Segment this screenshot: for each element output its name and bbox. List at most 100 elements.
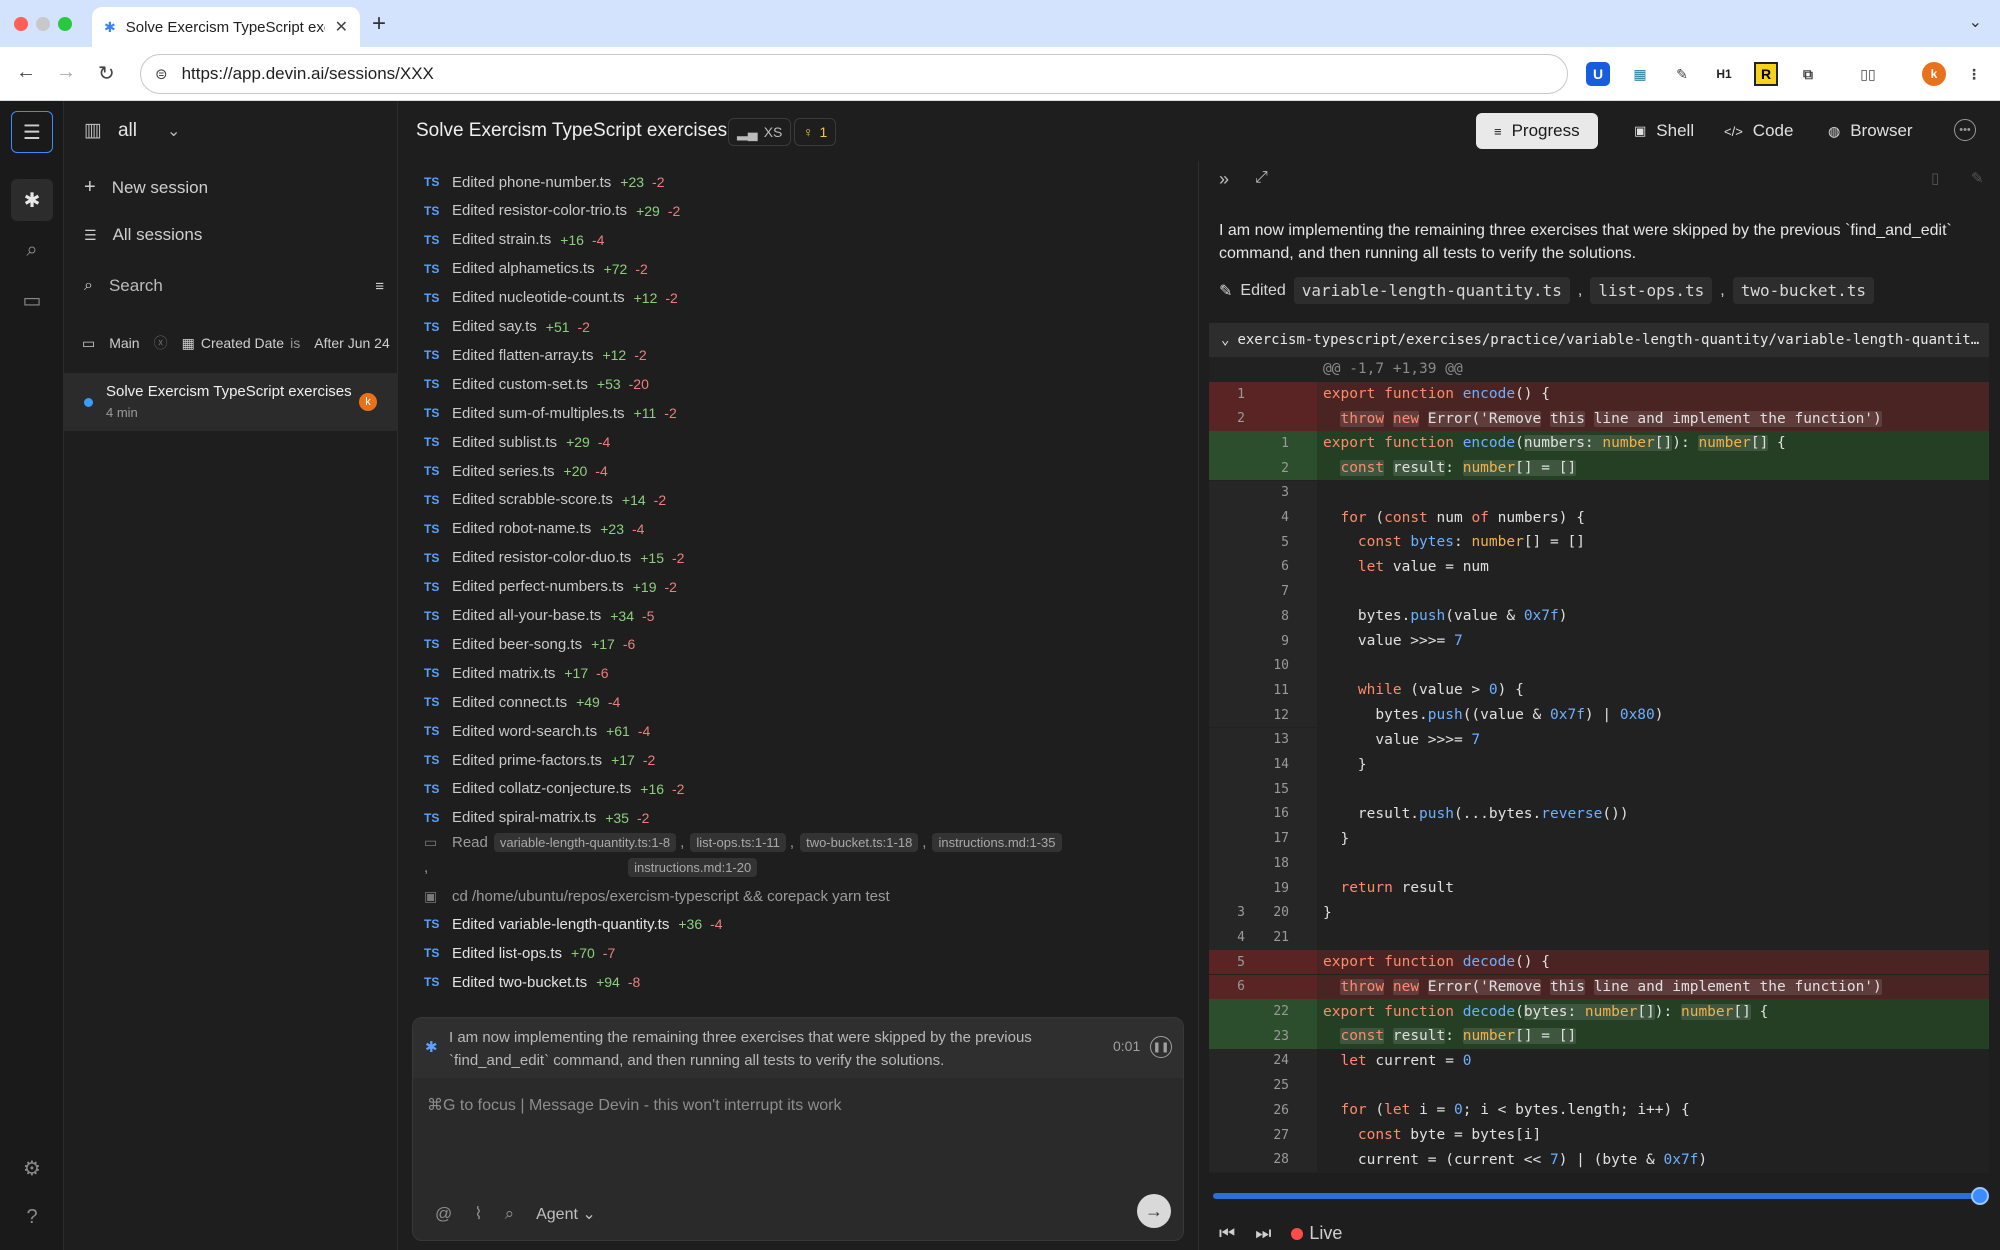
extension-pen-icon[interactable]: ✎ — [1670, 62, 1694, 86]
session-item[interactable]: Solve Exercism TypeScript exercises 4 mi… — [64, 373, 398, 431]
live-indicator[interactable]: Live — [1291, 1223, 1342, 1244]
new-session-button[interactable]: + New session — [84, 176, 208, 199]
timeline-knob[interactable] — [1971, 1187, 1989, 1205]
feed-edit-item[interactable]: TS Edited matrix.ts +17 -6 — [424, 659, 609, 687]
edited-file-chip[interactable]: list-ops.ts — [1590, 277, 1713, 304]
feed-edit-item[interactable]: TS Edited custom-set.ts +53 -20 — [424, 370, 649, 398]
filter-icon[interactable]: ≡ — [375, 278, 384, 295]
browser-tab[interactable]: ✱ Solve Exercism TypeScript exercises ✕ — [92, 7, 360, 47]
branch-filter[interactable]: Main — [109, 335, 139, 351]
feed-edit-item[interactable]: TS Edited nucleotide-count.ts +12 -2 — [424, 284, 678, 312]
settings-gear-icon[interactable]: ⚙ — [11, 1147, 53, 1189]
copy-icon[interactable]: ▯ — [1931, 169, 1939, 187]
idea-chip[interactable]: ♀ 1 — [794, 118, 837, 146]
toggle-sidebar-icon[interactable]: ☰ — [11, 111, 53, 153]
feed-command-item[interactable]: ▣ cd /home/ubuntu/repos/exercism-typescri… — [424, 883, 890, 911]
close-window-button[interactable] — [14, 17, 28, 31]
help-icon[interactable]: ? — [11, 1196, 53, 1238]
tab-code[interactable]: </> Code — [1706, 113, 1811, 149]
feed-edit-item[interactable]: TS Edited alphametics.ts +72 -2 — [424, 255, 648, 283]
skip-forward-icon[interactable]: ⏭ — [1255, 1223, 1271, 1244]
feed-edit-item[interactable]: TS Edited spiral-matrix.ts +35 -2 — [424, 804, 649, 832]
feed-edit-item[interactable]: TS Edited say.ts +51 -2 — [424, 313, 590, 341]
session-search[interactable]: ⌕ Search ≡ — [84, 276, 384, 296]
search-repos-icon[interactable]: ⌕ — [505, 1204, 515, 1224]
expand-icon[interactable]: ⤢ — [1255, 169, 1268, 187]
address-bar[interactable]: ⊜ https://app.devin.ai/sessions/XXX — [140, 54, 1568, 94]
edited-label: Edited — [1240, 281, 1286, 299]
read-file-chip[interactable]: two-bucket.ts:1-18 — [800, 832, 919, 852]
date-filter-field[interactable]: Created Date — [201, 335, 284, 351]
feed-edit-item[interactable]: TS Edited sum-of-multiples.ts +11 -2 — [424, 399, 677, 427]
feed-edit-item[interactable]: TS Edited list-ops.ts +70 -7 — [424, 939, 615, 967]
feed-edit-item[interactable]: TS Edited collatz-conjecture.ts +16 -2 — [424, 775, 684, 803]
feed-edit-item[interactable]: TS Edited flatten-array.ts +12 -2 — [424, 341, 647, 369]
feed-edit-item[interactable]: TS Edited sublist.ts +29 -4 — [424, 428, 610, 456]
feed-edit-item[interactable]: TS Edited phone-number.ts +23 -2 — [424, 168, 664, 196]
browser-menu-icon[interactable]: ⋮ — [1962, 62, 1986, 86]
diff-file-header[interactable]: ⌄ exercism-typescript/exercises/practice… — [1209, 323, 1989, 357]
more-options-icon[interactable]: ••• — [1954, 119, 1976, 141]
message-input[interactable]: ⌘G to focus | Message Devin - this won't… — [427, 1095, 841, 1115]
bitwarden-extension-icon[interactable]: U — [1586, 62, 1610, 86]
feed-edit-item[interactable]: TS Edited beer-song.ts +17 -6 — [424, 630, 635, 658]
feed-edit-item[interactable]: TS Edited prime-factors.ts +17 -2 — [424, 746, 655, 774]
feed-edit-item[interactable]: TS Edited two-bucket.ts +94 -8 — [424, 968, 640, 996]
mention-icon[interactable]: @ — [435, 1204, 452, 1224]
feed-edit-item[interactable]: TS Edited series.ts +20 -4 — [424, 457, 608, 485]
feed-edit-item[interactable]: TS Edited robot-name.ts +23 -4 — [424, 515, 644, 543]
feed-read-item[interactable]: ▭ Read variable-length-quantity.ts:1-8, lis… — [424, 832, 1164, 877]
diff-removed-line: 2 throw new Error('Remove this line and … — [1209, 406, 1989, 432]
site-info-icon[interactable]: ⊜ — [155, 65, 168, 83]
agent-mode-select[interactable]: Agent ⌄ — [536, 1204, 596, 1224]
feed-edit-item[interactable]: TS Edited perfect-numbers.ts +19 -2 — [424, 573, 677, 601]
skip-back-icon[interactable]: ⏮ — [1219, 1223, 1235, 1244]
extensions-puzzle-icon[interactable]: ⧉ — [1796, 62, 1820, 86]
feed-edit-item[interactable]: TS Edited connect.ts +49 -4 — [424, 688, 620, 716]
tab-browser[interactable]: ◍ Browser — [1810, 113, 1931, 149]
back-arrow-icon[interactable]: ← — [16, 61, 36, 84]
read-file-chip[interactable]: instructions.md:1-20 — [628, 857, 758, 877]
feed-edit-item[interactable]: TS Edited resistor-color-trio.ts +29 -2 — [424, 197, 680, 225]
search-icon[interactable]: ⌕ — [11, 229, 53, 271]
clear-branch-icon[interactable]: ⓧ — [154, 333, 168, 353]
edited-file-chip[interactable]: variable-length-quantity.ts — [1293, 277, 1570, 304]
feed-edit-item[interactable]: TS Edited all-your-base.ts +34 -5 — [424, 602, 654, 630]
reading-mode-icon[interactable]: ▯▯ — [1856, 62, 1880, 86]
devin-logo-icon[interactable]: ✱ — [11, 179, 53, 221]
maximize-window-button[interactable] — [58, 17, 72, 31]
feed-edit-item[interactable]: TS Edited word-search.ts +61 -4 — [424, 717, 650, 745]
extension-h1-icon[interactable]: H1 — [1712, 62, 1736, 86]
attach-paperclip-icon[interactable]: ⌇ — [474, 1204, 482, 1224]
extension-r-icon[interactable]: R — [1754, 62, 1778, 86]
collapse-panel-icon[interactable]: » — [1219, 169, 1229, 190]
feed-edit-item[interactable]: TS Edited strain.ts +16 -4 — [424, 226, 604, 254]
feed-edit-item[interactable]: TS Edited resistor-color-duo.ts +15 -2 — [424, 544, 684, 572]
all-sessions-link[interactable]: ☰ All sessions — [84, 225, 202, 245]
search-input[interactable]: Search — [109, 276, 359, 296]
tab-progress[interactable]: ≡ Progress — [1476, 113, 1598, 149]
wiki-book-icon[interactable]: ▭ — [11, 279, 53, 321]
read-file-chip[interactable]: instructions.md:1-35 — [932, 832, 1062, 852]
tab-close-icon[interactable]: ✕ — [335, 17, 348, 37]
read-file-chip[interactable]: list-ops.ts:1-11 — [690, 832, 786, 852]
size-chip[interactable]: ▂▄ XS — [728, 118, 792, 146]
edited-file-chip[interactable]: two-bucket.ts — [1732, 277, 1874, 304]
extension-grid-icon[interactable]: ▦ — [1628, 62, 1652, 86]
read-file-chip[interactable]: variable-length-quantity.ts:1-8 — [493, 832, 677, 852]
reload-icon[interactable]: ↻ — [98, 61, 115, 86]
forward-arrow-icon[interactable]: → — [56, 61, 76, 84]
workspace-switcher[interactable]: ▥ all ⌄ — [84, 119, 180, 142]
tab-shell[interactable]: ▣ Shell — [1616, 113, 1712, 149]
tab-search-chevron-icon[interactable]: ⌄ — [1969, 12, 1982, 32]
feed-edit-item[interactable]: TS Edited scrabble-score.ts +14 -2 — [424, 486, 666, 514]
playback-timeline[interactable] — [1213, 1187, 1989, 1205]
date-filter-value[interactable]: After Jun 24 — [314, 335, 390, 351]
feed-edit-item[interactable]: TS Edited variable-length-quantity.ts +36-… — [424, 910, 723, 938]
profile-avatar[interactable]: k — [1922, 62, 1946, 86]
edit-brush-icon[interactable]: ✎ — [1971, 169, 1984, 187]
minimize-window-button[interactable] — [36, 17, 50, 31]
new-tab-button[interactable]: + — [372, 10, 386, 38]
send-button[interactable]: → — [1137, 1194, 1171, 1228]
pause-icon[interactable]: ❚❚ — [1150, 1036, 1172, 1058]
